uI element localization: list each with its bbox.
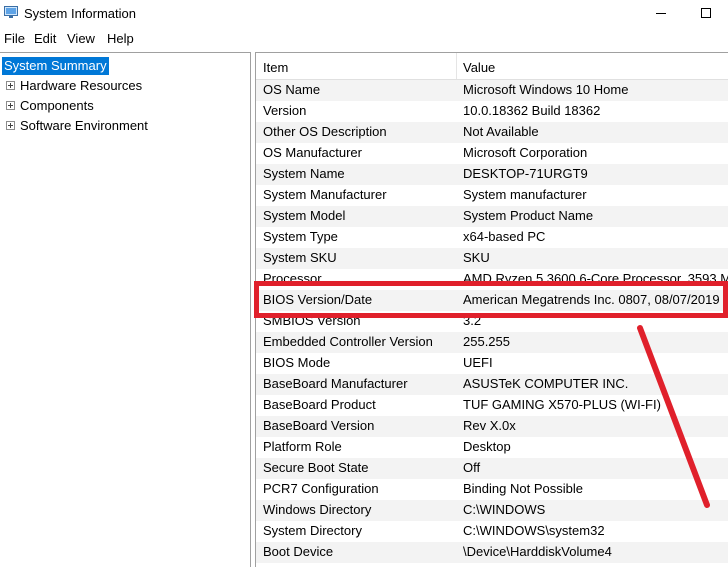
system-information-icon bbox=[4, 6, 18, 18]
table-row[interactable]: Other OS Description Not Available bbox=[256, 122, 728, 143]
tree-item-components[interactable]: Components bbox=[6, 97, 94, 115]
row-value: 10.0.18362 Build 18362 bbox=[463, 103, 601, 118]
row-value: System manufacturer bbox=[463, 187, 587, 202]
row-item-label: Other OS Description bbox=[263, 124, 387, 139]
row-value: TUF GAMING X570-PLUS (WI-FI) bbox=[463, 397, 661, 412]
table-row[interactable]: Secure Boot State Off bbox=[256, 458, 728, 479]
maximize-button[interactable] bbox=[683, 0, 728, 28]
row-value: x64-based PC bbox=[463, 229, 546, 244]
table-row[interactable]: OS Manufacturer Microsoft Corporation bbox=[256, 143, 728, 164]
row-item-label: OS Manufacturer bbox=[263, 145, 362, 160]
row-item-label: Embedded Controller Version bbox=[263, 334, 433, 349]
list-header: Item Value bbox=[256, 53, 728, 80]
table-row[interactable]: System Name DESKTOP-71URGT9 bbox=[256, 164, 728, 185]
table-row[interactable]: System Type x64-based PC bbox=[256, 227, 728, 248]
table-row[interactable]: System Model System Product Name bbox=[256, 206, 728, 227]
row-item-label: BaseBoard Version bbox=[263, 418, 375, 433]
list-rows: OS Name Microsoft Windows 10 Home Version 1… bbox=[256, 80, 728, 563]
row-item-label: OS Name bbox=[263, 82, 321, 97]
menu-file[interactable]: File bbox=[4, 31, 25, 46]
table-row[interactable]: BaseBoard Version Rev X.0x bbox=[256, 416, 728, 437]
row-value: DESKTOP-71URGT9 bbox=[463, 166, 588, 181]
row-item-label: System Manufacturer bbox=[263, 187, 387, 202]
bios-highlight-box bbox=[254, 281, 728, 318]
row-value: Microsoft Windows 10 Home bbox=[463, 82, 629, 97]
row-value: SKU bbox=[463, 250, 490, 265]
minimize-button[interactable] bbox=[638, 0, 684, 28]
table-row[interactable]: Windows Directory C:\WINDOWS bbox=[256, 500, 728, 521]
row-value: 255.255 bbox=[463, 334, 510, 349]
table-row[interactable]: Version 10.0.18362 Build 18362 bbox=[256, 101, 728, 122]
row-item-label: System SKU bbox=[263, 250, 337, 265]
table-row[interactable]: System Manufacturer System manufacturer bbox=[256, 185, 728, 206]
row-item-label: System Model bbox=[263, 208, 346, 223]
menu-help[interactable]: Help bbox=[107, 31, 134, 46]
row-value: ASUSTeK COMPUTER INC. bbox=[463, 376, 629, 391]
row-value: C:\WINDOWS\system32 bbox=[463, 523, 605, 538]
row-item-label: System Directory bbox=[263, 523, 362, 538]
table-row[interactable]: System SKU SKU bbox=[256, 248, 728, 269]
column-header-item[interactable]: Item bbox=[263, 60, 288, 75]
expand-icon[interactable] bbox=[6, 101, 15, 111]
row-value: System Product Name bbox=[463, 208, 594, 223]
row-item-label: BaseBoard Product bbox=[263, 397, 376, 412]
row-item-label: BaseBoard Manufacturer bbox=[263, 376, 408, 391]
row-item-label: System Name bbox=[263, 166, 345, 181]
table-row[interactable]: BIOS Mode UEFI bbox=[256, 353, 728, 374]
table-row[interactable]: System Directory C:\WINDOWS\system32 bbox=[256, 521, 728, 542]
navigation-tree: System Summary Hardware Resources Compon… bbox=[0, 52, 251, 567]
table-row[interactable]: OS Name Microsoft Windows 10 Home bbox=[256, 80, 728, 101]
table-row[interactable]: Embedded Controller Version 255.255 bbox=[256, 332, 728, 353]
row-value: Binding Not Possible bbox=[463, 481, 583, 496]
row-value: Off bbox=[463, 460, 481, 475]
table-row[interactable]: Platform Role Desktop bbox=[256, 437, 728, 458]
row-value: UEFI bbox=[463, 355, 493, 370]
row-value: Desktop bbox=[463, 439, 511, 454]
tree-item-hardware-resources[interactable]: Hardware Resources bbox=[6, 77, 142, 95]
row-value: Microsoft Corporation bbox=[463, 145, 588, 160]
row-value: Not Available bbox=[463, 124, 539, 139]
menu-edit[interactable]: Edit bbox=[34, 31, 56, 46]
table-row[interactable]: BaseBoard Manufacturer ASUSTeK COMPUTER I… bbox=[256, 374, 728, 395]
tree-item-system-summary[interactable]: System Summary bbox=[2, 57, 109, 75]
column-divider[interactable] bbox=[456, 53, 457, 79]
table-row[interactable]: Boot Device \Device\HarddiskVolume4 bbox=[256, 542, 728, 563]
table-row[interactable]: BaseBoard Product TUF GAMING X570-PLUS (W… bbox=[256, 395, 728, 416]
row-item-label: Version bbox=[263, 103, 307, 118]
row-item-label: Platform Role bbox=[263, 439, 342, 454]
window-title: System Information bbox=[24, 6, 136, 21]
expand-icon[interactable] bbox=[6, 81, 15, 91]
tree-item-software-environment[interactable]: Software Environment bbox=[6, 117, 148, 135]
row-item-label: Secure Boot State bbox=[263, 460, 369, 475]
row-value: \Device\HarddiskVolume4 bbox=[463, 544, 612, 559]
expand-icon[interactable] bbox=[6, 121, 15, 131]
row-item-label: BIOS Mode bbox=[263, 355, 331, 370]
menu-view[interactable]: View bbox=[67, 31, 95, 46]
table-row[interactable]: PCR7 Configuration Binding Not Possible bbox=[256, 479, 728, 500]
menu-bar: File Edit View Help bbox=[0, 28, 728, 50]
row-value: C:\WINDOWS bbox=[463, 502, 546, 517]
title-bar: System Information bbox=[0, 0, 728, 28]
row-value: Rev X.0x bbox=[463, 418, 516, 433]
row-item-label: Boot Device bbox=[263, 544, 334, 559]
row-item-label: Windows Directory bbox=[263, 502, 372, 517]
column-header-value[interactable]: Value bbox=[463, 60, 495, 75]
row-item-label: System Type bbox=[263, 229, 338, 244]
row-item-label: PCR7 Configuration bbox=[263, 481, 379, 496]
